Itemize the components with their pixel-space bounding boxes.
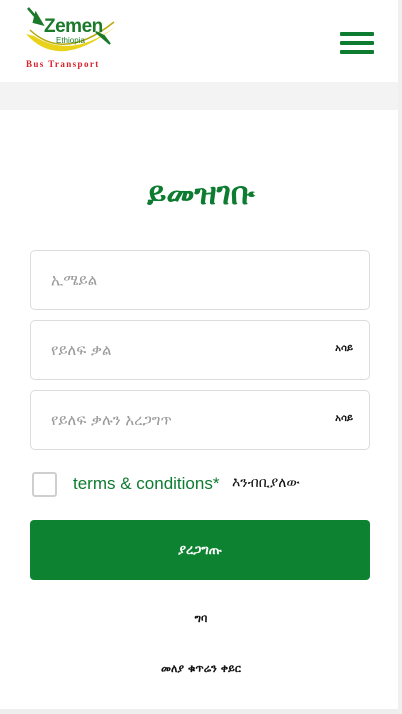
- terms-suffix-text: እንብቢያለው: [232, 475, 300, 491]
- login-link[interactable]: ግባ: [0, 612, 402, 626]
- hamburger-menu-icon[interactable]: [338, 28, 376, 58]
- password-field[interactable]: [31, 321, 369, 379]
- password-field-container: አሳይ: [30, 320, 370, 380]
- show-password-button[interactable]: አሳይ: [335, 343, 353, 354]
- change-account-number-link[interactable]: መለያ ቁጥሬን ቀይር: [0, 662, 402, 676]
- show-confirm-password-button[interactable]: አሳይ: [335, 413, 353, 424]
- submit-button[interactable]: ያረጋግጡ: [30, 520, 370, 580]
- site-header: Zemen Ethiopia Bus Transport: [0, 0, 402, 82]
- logo-tagline: Bus Transport: [26, 59, 100, 69]
- header-spacer: [0, 82, 402, 110]
- zemen-bus-logo[interactable]: Zemen Ethiopia Bus Transport: [20, 4, 130, 70]
- logo-brand-text: Zemen: [44, 16, 103, 37]
- logo-sub-text: Ethiopia: [56, 36, 85, 45]
- page-title: ይመዝገቡ: [147, 176, 255, 212]
- email-field[interactable]: [31, 251, 369, 309]
- confirm-password-field[interactable]: [31, 391, 369, 449]
- bottom-edge: [0, 709, 402, 714]
- menu-bar-top: [340, 32, 374, 36]
- terms-row: terms & conditions* እንብቢያለው: [32, 472, 372, 498]
- menu-bar-bottom: [340, 50, 374, 54]
- confirm-password-field-container: አሳይ: [30, 390, 370, 450]
- terms-checkbox[interactable]: [32, 472, 57, 497]
- menu-bar-middle: [340, 41, 374, 45]
- email-field-container: [30, 250, 370, 310]
- scroll-edge: [398, 0, 402, 714]
- terms-link[interactable]: terms & conditions*: [73, 474, 219, 494]
